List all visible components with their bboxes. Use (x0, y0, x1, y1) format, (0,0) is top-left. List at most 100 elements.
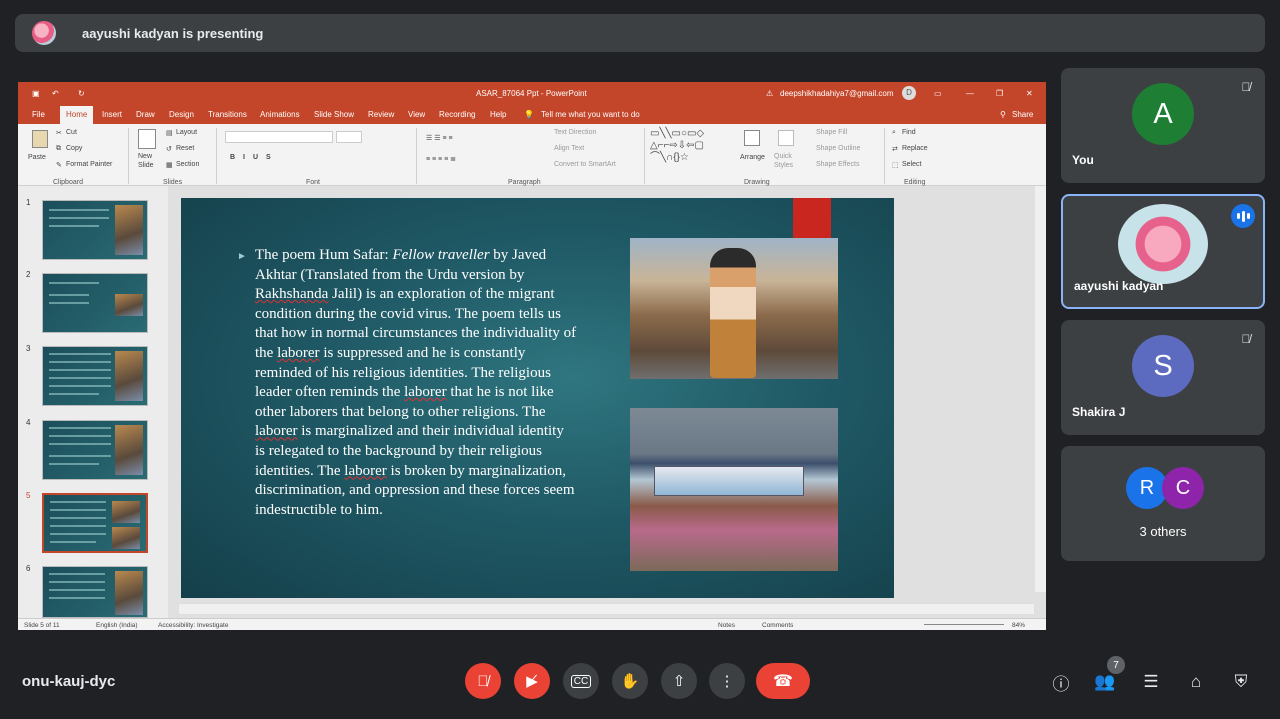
new-slide-label: New Slide (138, 153, 154, 169)
tab-slide-show: Slide Show (314, 110, 355, 119)
slide-thumbnail-2 (42, 273, 148, 333)
undo-icon: ↶ (52, 89, 59, 98)
minimize-icon: — (966, 89, 974, 98)
cut-icon: ✂ (56, 130, 62, 137)
participant-tile-shakira[interactable]: S 🎙̸ Shakira J (1061, 320, 1265, 435)
powerpoint-titlebar: ▣ ↶ ↻ ASAR_87064 Ppt - PowerPoint ⚠ deep… (18, 82, 1046, 104)
reset-label: Reset (176, 145, 195, 152)
bullet-arrow-icon: ► (237, 251, 247, 262)
slide-thumbnail-4 (42, 420, 148, 480)
tab-recording: Recording (439, 110, 476, 119)
ribbon-separator (416, 128, 417, 184)
thumbnail-number: 5 (26, 491, 31, 500)
meeting-code: onu-kauj-dyc (22, 673, 116, 690)
slide-body-text: The poem Hum Safar: Fellow traveller by … (255, 247, 577, 518)
tab-home: Home (60, 106, 94, 124)
group-drawing: Drawing (744, 179, 770, 186)
more-vert-icon: ⋮ (719, 673, 735, 690)
font-format-icons: BIUS (230, 154, 279, 161)
thumbnail-number: 3 (26, 344, 31, 353)
save-icon: ▣ (32, 89, 40, 98)
chat-button[interactable]: ☰ (1139, 670, 1163, 694)
select-label: Select (902, 161, 922, 168)
window-title: ASAR_87064 Ppt - PowerPoint (476, 89, 587, 98)
quick-styles-icon (778, 130, 794, 146)
present-button[interactable]: ⇧ (661, 663, 697, 699)
slide-thumbnail-1 (42, 200, 148, 260)
thumbnail-number: 1 (26, 198, 31, 207)
current-slide: ► The poem Hum Safar: Fellow traveller b… (181, 198, 894, 598)
camera-off-icon: ▶̸ (526, 673, 538, 690)
paste-icon (32, 130, 48, 148)
layout-label: Layout (176, 129, 198, 136)
arrange-label: Arrange (740, 154, 765, 161)
avatar: C (1162, 467, 1204, 509)
speaking-indicator-icon (1231, 204, 1255, 228)
slide-thumbnails-pane: 1 2 3 4 5 6 (18, 186, 168, 618)
group-clipboard: Clipboard (53, 179, 83, 186)
thumbnail-number: 4 (26, 418, 31, 427)
mic-off-icon: 🎙̸ (1241, 80, 1251, 94)
font-size-box (336, 131, 362, 143)
tab-view: View (408, 110, 426, 119)
comments-label: Comments (762, 622, 794, 629)
reset-icon: ↺ (166, 146, 172, 153)
tab-transitions: Transitions (208, 110, 247, 119)
replace-icon: ⇄ (892, 146, 898, 153)
captions-icon: CC (570, 674, 592, 688)
align-icons: ≡ ≡ ≡ ≡ ≣ (426, 156, 456, 163)
present-screen-icon: ⇧ (672, 673, 686, 690)
mic-toggle-button[interactable]: 🎙̸ (465, 663, 501, 699)
captions-button[interactable]: CC (563, 663, 599, 699)
avatar: S (1132, 335, 1194, 397)
language-status: English (India) (96, 622, 138, 629)
participant-tile-presenter[interactable]: aayushi kadyan (1061, 194, 1265, 309)
mic-off-icon: 🎙̸ (477, 672, 489, 690)
shape-fill-label: Shape Fill (816, 129, 848, 136)
group-editing: Editing (904, 179, 926, 186)
tab-design: Design (169, 110, 194, 119)
replace-label: Replace (902, 145, 928, 152)
ribbon-separator (644, 128, 645, 184)
account-avatar: D (902, 86, 916, 100)
paste-label: Paste (28, 154, 46, 161)
ribbon-separator (216, 128, 217, 184)
activities-icon: ⌂ (1190, 672, 1202, 691)
mic-off-icon: 🎙̸ (1241, 332, 1251, 346)
redo-icon: ↻ (78, 89, 85, 98)
accessibility-status: Accessibility: Investigate (158, 622, 229, 629)
slide-thumbnail-5 (42, 493, 148, 553)
tab-draw: Draw (136, 110, 155, 119)
group-font: Font (306, 179, 321, 186)
avatar (1118, 204, 1208, 284)
group-slides: Slides (163, 179, 183, 186)
close-icon: ✕ (1026, 89, 1033, 98)
thumbnail-number: 6 (26, 564, 31, 573)
presenting-text: aayushi kadyan is presenting (82, 25, 264, 41)
more-options-button[interactable]: ⋮ (709, 663, 745, 699)
info-icon: ⓘ (1052, 674, 1070, 694)
ribbon-tabs: File Home Insert Draw Design Transitions… (18, 104, 1046, 124)
participant-name: 3 others (1139, 524, 1187, 539)
format-painter-label: Format Painter (66, 161, 113, 168)
tab-animations: Animations (260, 110, 300, 119)
slide-thumbnail-6 (42, 566, 148, 618)
tab-insert: Insert (102, 110, 123, 119)
meeting-details-button[interactable]: ⓘ (1049, 670, 1073, 694)
status-bar: Slide 5 of 11 English (India) Accessibil… (18, 618, 1046, 630)
participant-name: You (1072, 153, 1094, 167)
lightbulb-icon: 💡 (524, 110, 534, 119)
crowd-bus-photo (630, 408, 838, 571)
activities-button[interactable]: ⌂ (1184, 670, 1208, 694)
camera-toggle-button[interactable]: ▶̸ (514, 663, 550, 699)
people-icon: 👥 (1094, 672, 1116, 691)
vertical-scrollbar (1035, 186, 1046, 592)
leave-call-button[interactable]: ☎ (756, 663, 810, 699)
host-controls-button[interactable]: ⛨ (1229, 670, 1253, 694)
user-icon: ⚲ (1000, 110, 1006, 119)
find-icon: ⌕ (892, 129, 896, 136)
participant-tile-you[interactable]: A 🎙̸ You (1061, 68, 1265, 183)
participant-tile-others[interactable]: R C 3 others (1061, 446, 1265, 561)
raise-hand-button[interactable]: ✋ (612, 663, 648, 699)
select-icon: ⬚ (892, 162, 899, 169)
